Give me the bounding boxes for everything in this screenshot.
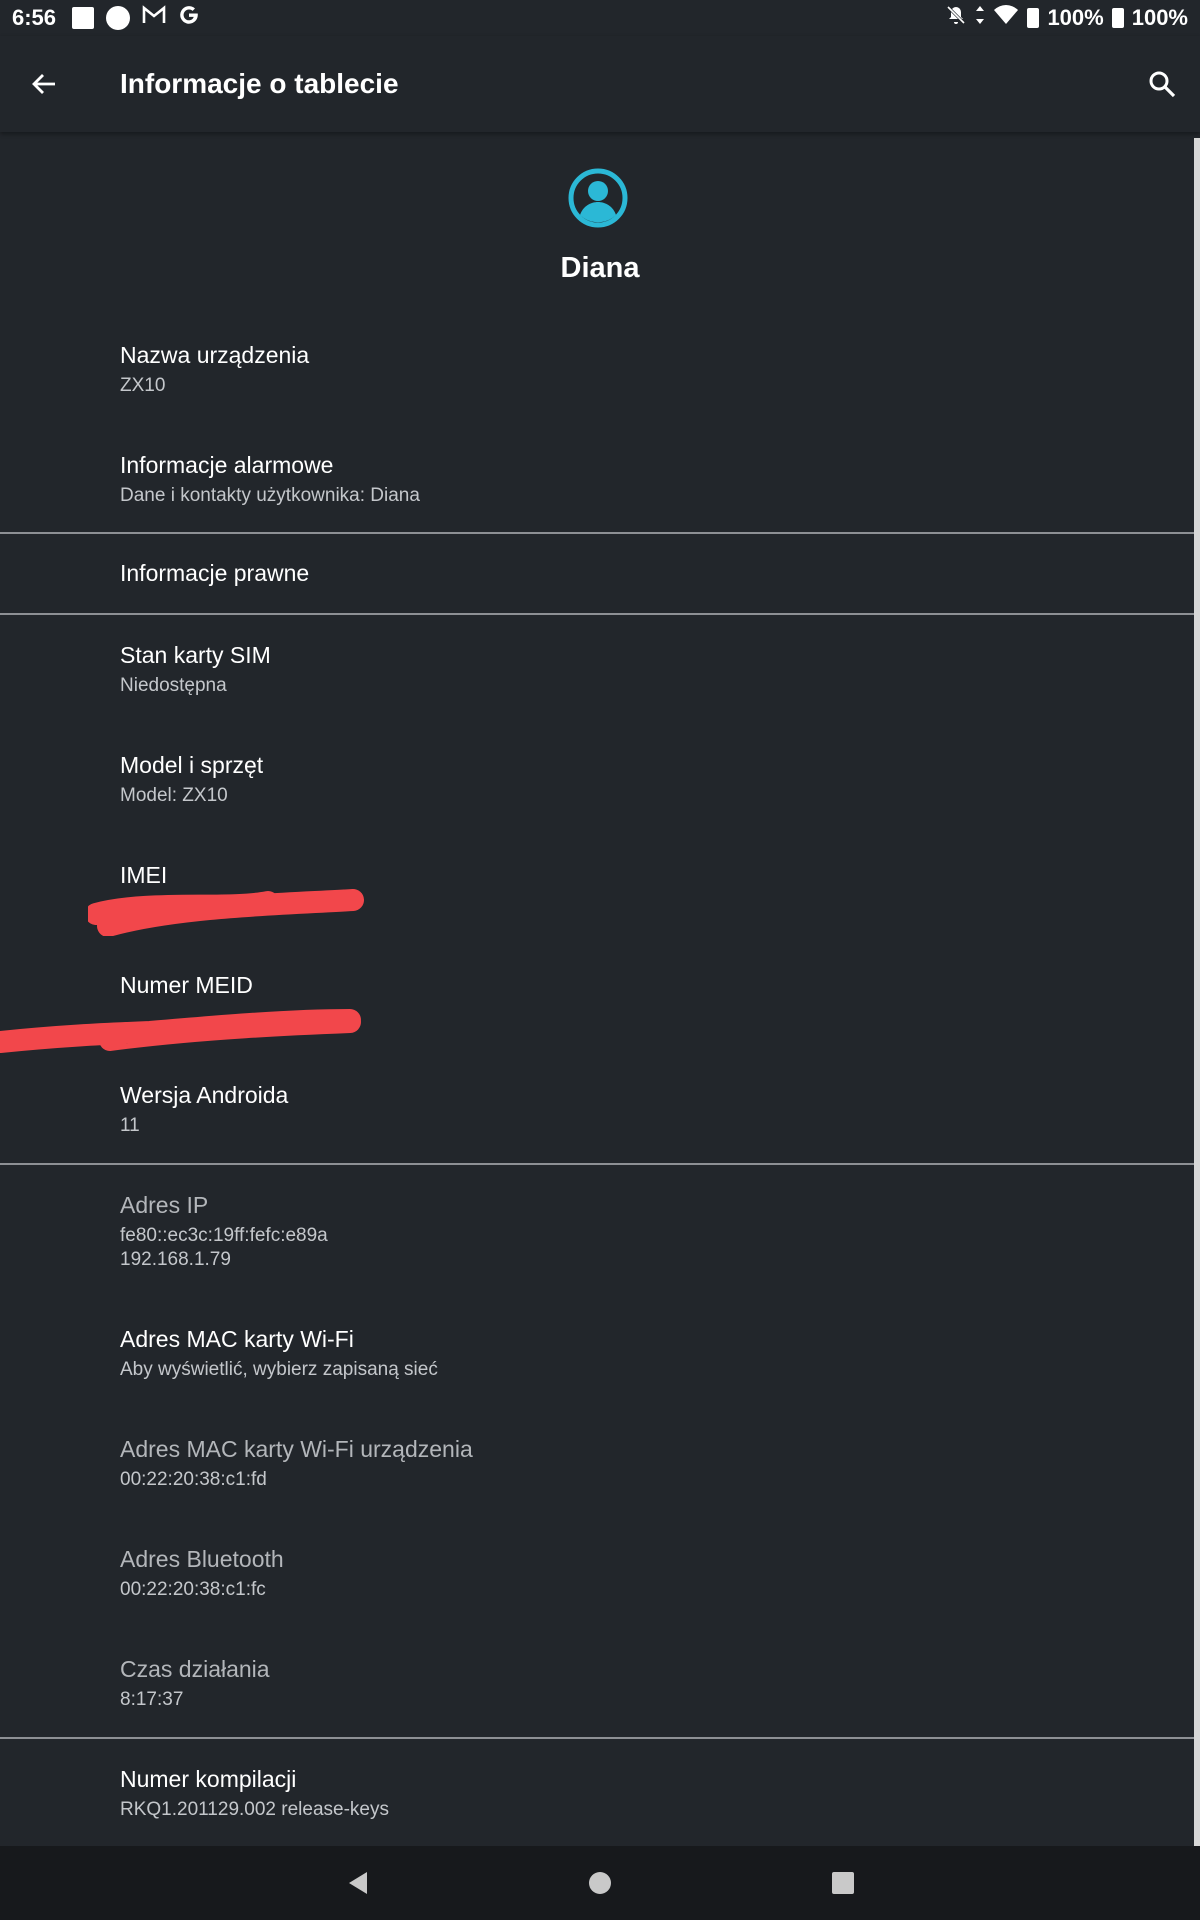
legal-info-title: Informacje prawne xyxy=(120,560,310,586)
pref-wifi-mac[interactable]: Adres MAC karty Wi-Fi Aby wyświetlić, wy… xyxy=(0,1314,1194,1414)
nav-home-button[interactable] xyxy=(589,1872,611,1894)
google-icon xyxy=(178,4,200,32)
wifi-mac-summary: Aby wyświetlić, wybierz zapisaną sieć xyxy=(120,1359,438,1380)
user-name: Diana xyxy=(560,252,640,284)
divider xyxy=(0,1737,1194,1739)
device-name-value: ZX10 xyxy=(120,375,166,396)
battery-percent-1: 100% xyxy=(1047,5,1104,30)
bell-off-icon xyxy=(945,4,967,32)
wifi-mac-title: Adres MAC karty Wi-Fi xyxy=(120,1326,354,1352)
sim-status-title: Stan karty SIM xyxy=(120,642,271,668)
pref-uptime: Czas działania 8:17:37 xyxy=(0,1644,1194,1736)
ip-address-title: Adres IP xyxy=(120,1192,209,1218)
pref-sim-status[interactable]: Stan karty SIM Niedostępna xyxy=(0,630,1194,730)
wifi-icon xyxy=(993,4,1019,32)
ip-address-line-1: fe80::ec3c:19ff:fefc:e89a xyxy=(120,1225,328,1246)
bluetooth-address-value: 00:22:20:38:c1:fc xyxy=(120,1579,266,1600)
bluetooth-address-title: Adres Bluetooth xyxy=(120,1546,284,1572)
android-version-value: 11 xyxy=(120,1115,140,1136)
circle-notification-icon xyxy=(106,6,131,30)
battery-icon xyxy=(1027,8,1040,28)
notification-icons xyxy=(72,4,200,32)
uptime-value: 8:17:37 xyxy=(120,1689,184,1710)
build-number-value: RKQ1.201129.002 release-keys xyxy=(120,1799,389,1820)
model-hardware-summary: Model: ZX10 xyxy=(120,785,228,806)
status-right: 100% 100% xyxy=(945,4,1188,32)
battery-percent-2: 100% xyxy=(1131,5,1188,30)
ip-address-line-2: 192.168.1.79 xyxy=(120,1249,231,1270)
search-button[interactable] xyxy=(1138,60,1186,108)
status-bar: 6:56 100% 100% xyxy=(0,0,1200,36)
pref-legal-info[interactable]: Informacje prawne xyxy=(0,534,1194,612)
arrow-back-icon xyxy=(32,74,55,94)
android-version-title: Wersja Androida xyxy=(120,1082,289,1108)
pref-device-wifi-mac: Adres MAC karty Wi-Fi urządzenia 00:22:2… xyxy=(0,1424,1194,1524)
pref-ip-address: Adres IP fe80::ec3c:19ff:fefc:e89a 192.1… xyxy=(0,1180,1194,1300)
back-button[interactable] xyxy=(20,60,68,108)
redaction-scribble xyxy=(88,889,364,936)
emergency-info-title: Informacje alarmowe xyxy=(120,452,334,478)
sim-status-summary: Niedostępna xyxy=(120,675,227,696)
status-time: 6:56 xyxy=(12,5,57,30)
uptime-title: Czas działania xyxy=(120,1656,270,1682)
account-circle-icon xyxy=(568,168,628,228)
device-wifi-mac-value: 00:22:20:38:c1:fd xyxy=(120,1469,267,1490)
pref-build-number[interactable]: Numer kompilacji RKQ1.201129.002 release… xyxy=(0,1754,1194,1846)
user-profile-header[interactable]: Diana xyxy=(0,132,1200,302)
pref-device-name-row[interactable]: Nazwa urządzenia ZX10 xyxy=(0,330,1194,442)
model-hardware-title: Model i sprzęt xyxy=(120,752,264,778)
device-wifi-mac-title: Adres MAC karty Wi-Fi urządzenia xyxy=(120,1436,473,1462)
nav-recents-button[interactable] xyxy=(832,1872,854,1894)
device-name-title: Nazwa urządzenia xyxy=(120,342,310,368)
redaction-scribble xyxy=(0,1009,361,1053)
nav-back-button[interactable] xyxy=(344,1868,374,1898)
pref-emergency-info[interactable]: Informacje alarmowe Dane i kontakty użyt… xyxy=(0,440,1194,532)
app-bar: Informacje o tablecie xyxy=(0,36,1200,132)
navigation-bar xyxy=(0,1846,1200,1920)
page-title: Informacje o tablecie xyxy=(120,68,399,99)
pref-bluetooth-address: Adres Bluetooth 00:22:20:38:c1:fc xyxy=(0,1534,1194,1634)
search-icon xyxy=(1149,71,1176,98)
build-number-title: Numer kompilacji xyxy=(120,1766,297,1792)
gmail-icon xyxy=(142,5,166,31)
meid-title: Numer MEID xyxy=(120,972,253,998)
divider xyxy=(0,1163,1194,1165)
battery-icon-2 xyxy=(1111,8,1124,28)
square-notification-icon xyxy=(72,7,95,29)
pref-android-version[interactable]: Wersja Androida 11 xyxy=(0,1070,1194,1170)
pref-model-hardware[interactable]: Model i sprzęt Model: ZX10 xyxy=(0,740,1194,840)
data-transfer-icon xyxy=(975,4,985,32)
divider xyxy=(0,613,1194,615)
emergency-info-summary: Dane i kontakty użytkownika: Diana xyxy=(120,485,420,506)
